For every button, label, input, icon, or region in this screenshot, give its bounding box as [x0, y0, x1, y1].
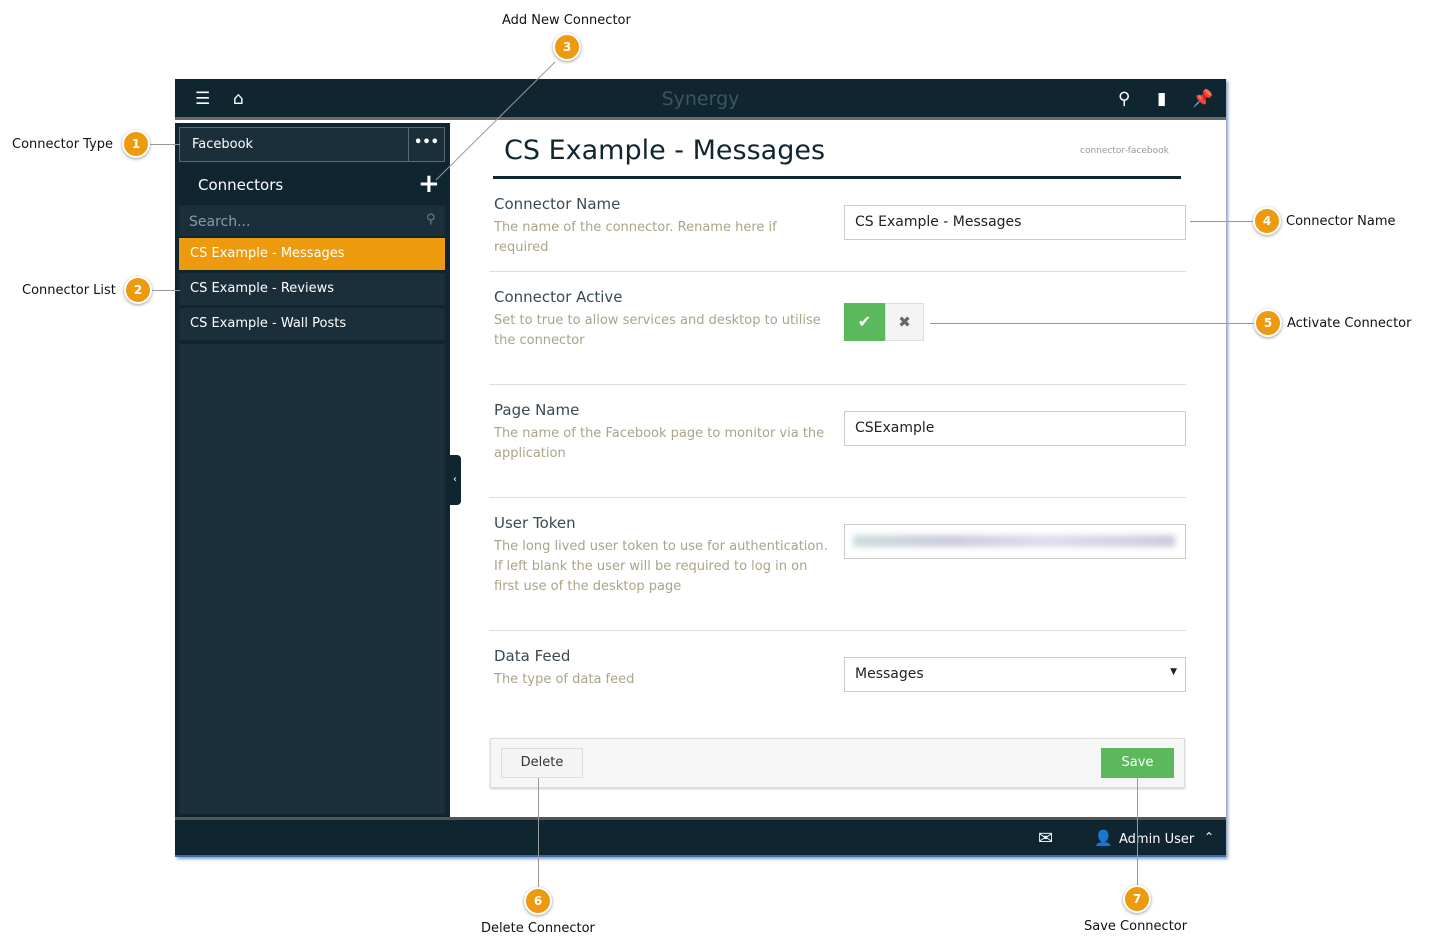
callout-lines — [435, 61, 556, 181]
callout-label: Activate Connector — [1287, 316, 1412, 331]
callout-label: Delete Connector — [481, 921, 595, 936]
callout-line — [1190, 221, 1255, 222]
callout-line — [538, 778, 539, 888]
callout-badge: 6 — [524, 887, 552, 915]
callout-label: Connector Name — [1286, 214, 1396, 229]
callout-badge: 5 — [1254, 309, 1282, 337]
callout-line — [1137, 778, 1138, 886]
callout-badge: 3 — [553, 33, 581, 61]
callout-badge: 7 — [1123, 885, 1151, 913]
callout-label: Add New Connector — [502, 13, 631, 28]
callout-badge: 4 — [1253, 207, 1281, 235]
callout-line — [930, 323, 1256, 324]
callout-label: Save Connector — [1084, 919, 1188, 934]
